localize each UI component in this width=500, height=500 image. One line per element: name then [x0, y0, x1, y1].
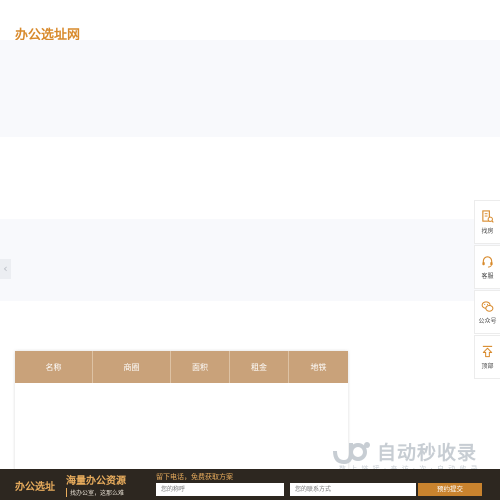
dock-label: 公众号 [478, 317, 497, 325]
table-header: 名称 商圈 面积 租金 地铁 [15, 351, 348, 383]
arrow-up-icon [482, 345, 493, 357]
column-header-district[interactable]: 商圈 [93, 351, 171, 383]
listing-table: 名称 商圈 面积 租金 地铁 [15, 351, 348, 471]
dock-label: 找房 [481, 227, 494, 235]
column-header-rent[interactable]: 租金 [230, 351, 289, 383]
wechat-icon [481, 300, 494, 312]
footer-call-prompt: 留下电话，免费获取方案 [156, 473, 233, 481]
dock-label: 顶部 [481, 362, 494, 370]
building-search-icon [482, 209, 494, 223]
page: 办公选址网 ‹ 找房 客服 公众号 顶部 名称 商圈 面积 租金 地铁 自动秒收… [0, 0, 500, 500]
banner-area-carousel [0, 219, 500, 301]
contact-input[interactable] [290, 483, 416, 496]
footer-slogan: 找办公室，这那么难 [66, 488, 124, 497]
dock-service-button[interactable]: 客服 [474, 245, 500, 289]
footer-bar: 办公选址 海量办公资源 找办公室，这那么难 留下电话，免费获取方案 预约提交 [0, 469, 500, 500]
column-header-subway[interactable]: 地铁 [289, 351, 348, 383]
watermark-title: 自动秒收录 [377, 442, 478, 464]
headset-icon [482, 255, 493, 268]
dock-label: 客服 [481, 272, 494, 280]
dock-find-room-button[interactable]: 找房 [474, 200, 500, 244]
dock-wechat-button[interactable]: 公众号 [474, 290, 500, 334]
footer-brand: 办公选址 [15, 482, 55, 493]
column-header-name[interactable]: 名称 [15, 351, 93, 383]
submit-button[interactable]: 预约提交 [418, 483, 482, 496]
column-header-area[interactable]: 面积 [171, 351, 230, 383]
dock-back-to-top-button[interactable]: 顶部 [474, 335, 500, 379]
footer-resource-title: 海量办公资源 [66, 476, 126, 487]
side-dock: 找房 客服 公众号 顶部 [474, 200, 500, 380]
carousel-prev-button[interactable]: ‹ [0, 259, 11, 279]
name-input[interactable] [156, 483, 284, 496]
banner-area-top [0, 40, 500, 137]
